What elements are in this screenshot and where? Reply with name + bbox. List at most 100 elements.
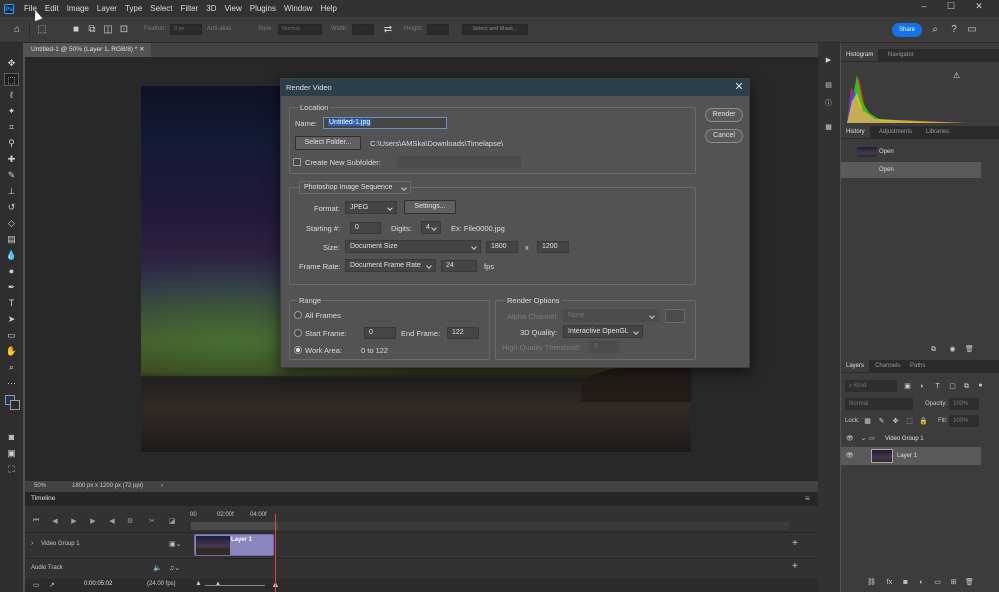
- filter-smart-object-icon[interactable]: ⧉: [962, 382, 971, 391]
- work-area-bar[interactable]: [191, 522, 789, 530]
- create-subfolder-checkbox[interactable]: [293, 158, 301, 166]
- home-icon[interactable]: ⌂: [11, 24, 23, 36]
- marquee-preset-icon[interactable]: ⬚: [36, 24, 48, 36]
- split-scissors-icon[interactable]: ✂: [147, 517, 157, 527]
- menu-view[interactable]: View: [221, 0, 246, 17]
- type-tool-icon[interactable]: T: [4, 297, 19, 310]
- menu-plugins[interactable]: Plugins: [246, 0, 280, 17]
- playhead[interactable]: [275, 514, 276, 592]
- height-input[interactable]: 1200: [537, 241, 569, 253]
- menu-3d[interactable]: 3D: [202, 0, 220, 17]
- size-select[interactable]: Document Size: [345, 240, 481, 253]
- trash-icon[interactable]: 🗑: [965, 345, 974, 354]
- menu-help[interactable]: Help: [316, 0, 340, 17]
- filter-shape-icon[interactable]: ▢: [948, 382, 957, 391]
- history-brush-icon[interactable]: ↺: [4, 201, 19, 214]
- work-area-range[interactable]: [191, 522, 278, 530]
- close-icon[interactable]: ✕: [733, 79, 745, 96]
- share-button[interactable]: Share: [892, 23, 922, 37]
- select-and-mask-button[interactable]: Select and Mask...: [462, 24, 528, 35]
- close-tab-icon[interactable]: ✕: [139, 46, 144, 53]
- fill-input[interactable]: 100%: [949, 415, 979, 427]
- new-layer-icon[interactable]: ⊞: [949, 578, 958, 587]
- opacity-input[interactable]: 100%: [949, 398, 979, 410]
- document-tab[interactable]: Untitled-1 @ 50% (Layer 1, RGB/8) * ✕: [25, 43, 151, 57]
- add-selection-icon[interactable]: ⧉: [86, 24, 98, 36]
- layer-row-video-group[interactable]: 👁 ⌄ ▭ Video Group 1: [841, 430, 981, 448]
- expand-chevron-icon[interactable]: ›: [31, 540, 33, 547]
- lock-all-icon[interactable]: 🔒: [919, 417, 928, 426]
- hand-tool-icon[interactable]: ✋: [4, 345, 19, 358]
- eraser-tool-icon[interactable]: ◇: [4, 217, 19, 230]
- pen-tool-icon[interactable]: ✒: [4, 281, 19, 294]
- tab-histogram[interactable]: Histogram: [841, 49, 879, 61]
- lock-pixels-icon[interactable]: ✎: [877, 417, 886, 426]
- zoom-out-icon[interactable]: ▲: [195, 580, 202, 587]
- hq-threshold-input[interactable]: 5: [589, 341, 619, 353]
- style-select[interactable]: Normal: [278, 24, 322, 35]
- menu-window[interactable]: Window: [280, 0, 316, 17]
- quick-mask-icon[interactable]: ◙: [4, 431, 19, 444]
- zoom-tool-icon[interactable]: ⌕: [4, 361, 19, 374]
- work-area-radio[interactable]: [294, 346, 302, 354]
- search-icon[interactable]: ⌕: [929, 24, 941, 36]
- lasso-tool-icon[interactable]: ℓ: [4, 89, 19, 102]
- output-type-select[interactable]: Photoshop Image Sequence: [299, 181, 411, 194]
- history-item[interactable]: Open: [841, 162, 981, 178]
- magic-wand-icon[interactable]: ✦: [4, 105, 19, 118]
- first-frame-icon[interactable]: ⏮: [31, 517, 41, 527]
- tab-navigator[interactable]: Navigator: [883, 49, 919, 61]
- crop-tool-icon[interactable]: ⌗: [4, 121, 19, 134]
- menu-select[interactable]: Select: [146, 0, 176, 17]
- select-folder-button[interactable]: Select Folder...: [295, 136, 361, 150]
- new-selection-icon[interactable]: ■: [70, 24, 82, 36]
- convert-frames-icon[interactable]: ▭: [33, 581, 40, 589]
- menu-edit[interactable]: Edit: [41, 0, 63, 17]
- play-icon[interactable]: ▶: [69, 517, 79, 527]
- new-group-icon[interactable]: ▭: [933, 578, 942, 587]
- menu-type[interactable]: Type: [121, 0, 146, 17]
- zoom-slider[interactable]: [205, 585, 265, 586]
- tab-paths[interactable]: Paths: [905, 360, 930, 372]
- start-frame-input[interactable]: 0: [364, 327, 396, 339]
- blur-tool-icon[interactable]: 💧: [4, 249, 19, 262]
- transition-icon[interactable]: ◪: [167, 517, 177, 527]
- dodge-tool-icon[interactable]: ●: [4, 265, 19, 278]
- chevron-right-icon[interactable]: ›: [161, 481, 163, 492]
- swap-icon[interactable]: ⇄: [382, 24, 394, 36]
- character-icon[interactable]: ▦: [824, 123, 833, 132]
- zoom-slider-thumb[interactable]: ▲: [215, 581, 221, 587]
- video-frame-icon[interactable]: ⛶: [4, 463, 19, 476]
- width-input[interactable]: [352, 24, 374, 35]
- format-select[interactable]: JPEG: [345, 201, 397, 214]
- filter-adjustment-icon[interactable]: ◐: [918, 382, 927, 391]
- menu-image[interactable]: Image: [63, 0, 93, 17]
- blend-mode-select[interactable]: Normal: [845, 398, 913, 410]
- start-frame-radio[interactable]: [294, 329, 302, 337]
- layer-row-layer-1[interactable]: 👁 Layer 1: [841, 447, 981, 465]
- layer-filter-select[interactable]: ⌕ Kind: [845, 380, 897, 392]
- filter-toggle-icon[interactable]: ●: [976, 381, 985, 390]
- adjustment-layer-icon[interactable]: ◐: [917, 578, 926, 587]
- matte-color-swatch[interactable]: [665, 309, 685, 323]
- warning-icon[interactable]: ⚠: [953, 71, 960, 80]
- tab-libraries[interactable]: Libraries: [921, 126, 954, 138]
- fps-input[interactable]: 24: [441, 260, 477, 272]
- tab-layers[interactable]: Layers: [841, 360, 870, 372]
- tab-adjustments[interactable]: Adjustments: [874, 126, 917, 138]
- healing-brush-icon[interactable]: ✚: [4, 153, 19, 166]
- panel-menu-icon[interactable]: ≡: [805, 494, 810, 503]
- render-button[interactable]: Render: [705, 108, 743, 122]
- stamp-tool-icon[interactable]: ⊥: [4, 185, 19, 198]
- actions-play-icon[interactable]: ▶: [824, 56, 833, 65]
- chevron-down-icon[interactable]: ⌄: [861, 430, 866, 448]
- lock-artboard-icon[interactable]: ⬚: [905, 417, 914, 426]
- feather-input[interactable]: 0 px: [170, 24, 202, 35]
- height-input[interactable]: [427, 24, 449, 35]
- add-mask-icon[interactable]: ◙: [901, 578, 910, 587]
- speaker-icon[interactable]: 🔈: [153, 564, 162, 572]
- lock-transparency-icon[interactable]: ▦: [863, 417, 872, 426]
- menu-filter[interactable]: Filter: [177, 0, 203, 17]
- cancel-button[interactable]: Cancel: [705, 129, 743, 143]
- close-window-icon[interactable]: ✕: [966, 0, 992, 12]
